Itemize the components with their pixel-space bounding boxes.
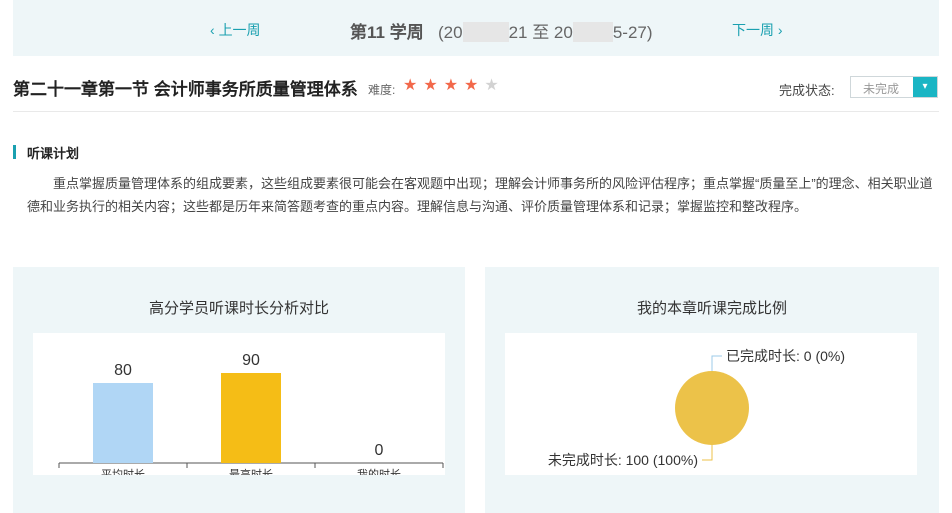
chevron-right-icon: › <box>774 22 783 38</box>
week-navigation-bar: ‹ 上一周 第11 学周 (20 21 至 20 5-27) 下一周 › <box>13 0 939 56</box>
bar-chart: 80 平均时长 90 最高时长 0 我的时长 <box>58 352 444 481</box>
pie-slice-label: 已完成时长: 0 (0%) <box>726 348 845 364</box>
bar-data-label: 0 <box>375 442 384 459</box>
section-marker <box>13 145 16 159</box>
pie-chart-area: 已完成时长: 0 (0%) 未完成时长: 100 (100%) <box>505 333 917 475</box>
bar <box>221 373 281 463</box>
chevron-left-icon: ‹ <box>210 22 219 38</box>
difficulty-label: 难度: <box>368 83 396 97</box>
star-icon: ★ <box>484 77 505 94</box>
completion-status-select[interactable]: 未完成 ▾ <box>850 76 938 98</box>
star-icon: ★ <box>443 77 465 94</box>
star-icon: ★ <box>403 77 424 94</box>
week-date-range: (20 21 至 20 5-27) <box>438 18 653 43</box>
pie-slice-label: 未完成时长: 100 (100%) <box>548 452 698 468</box>
pie-chart: 已完成时长: 0 (0%) 未完成时长: 100 (100%) <box>548 348 845 468</box>
completion-ratio-panel: 我的本章听课完成比例 已完成时长: 0 (0%) 未完成时长: 100 (100%… <box>485 267 939 513</box>
plan-text: 重点掌握质量管理体系的组成要素，这些组成要素很可能会在客观题中出现；理解会计师事… <box>27 176 933 214</box>
range-middle: 21 至 20 <box>508 23 573 42</box>
bar-chart-title: 高分学员听课时长分析对比 <box>148 300 329 317</box>
week-title: 第11 学周 <box>350 23 424 42</box>
next-week-label: 下一周 <box>732 22 774 38</box>
prev-week-link[interactable]: ‹ 上一周 <box>210 20 261 40</box>
status-value: 未完成 <box>863 82 900 96</box>
x-tick-label: 我的时长 <box>357 467 401 475</box>
bar-chart-area: 80 平均时长 90 最高时长 0 我的时长 <box>33 333 445 481</box>
pie-slice <box>675 371 749 445</box>
next-week-link[interactable]: 下一周 › <box>732 20 783 40</box>
difficulty-stars: ★★★★★ <box>403 75 505 95</box>
bar-data-label: 80 <box>114 362 132 379</box>
bar-data-label: 90 <box>242 352 260 369</box>
prev-week-label: 上一周 <box>218 22 261 38</box>
x-tick-label: 平均时长 <box>101 468 145 475</box>
pie-leader-line <box>711 355 722 371</box>
plan-heading: 听课计划 <box>27 146 80 161</box>
redacted-mask <box>572 22 613 42</box>
chapter-title: 第二十一章第一节 会计师事务所质量管理体系 <box>13 80 358 99</box>
star-icon: ★ <box>464 77 485 94</box>
chevron-down-icon[interactable]: ▾ <box>913 77 937 97</box>
pie-leader-line <box>702 445 713 461</box>
range-end-suffix: 5-27) <box>612 23 653 42</box>
x-tick-label: 最高时长 <box>229 467 273 475</box>
range-start-prefix: (20 <box>438 23 463 42</box>
bar <box>93 383 153 463</box>
redacted-mask <box>462 22 509 42</box>
star-icon: ★ <box>423 77 444 94</box>
completion-status-label: 完成状态: <box>779 83 835 98</box>
duration-comparison-panel: 高分学员听课时长分析对比 80 平均时长 90 最高时长 0 我的时长 <box>13 267 465 513</box>
divider <box>13 111 939 112</box>
pie-chart-title: 我的本章听课完成比例 <box>636 300 787 317</box>
